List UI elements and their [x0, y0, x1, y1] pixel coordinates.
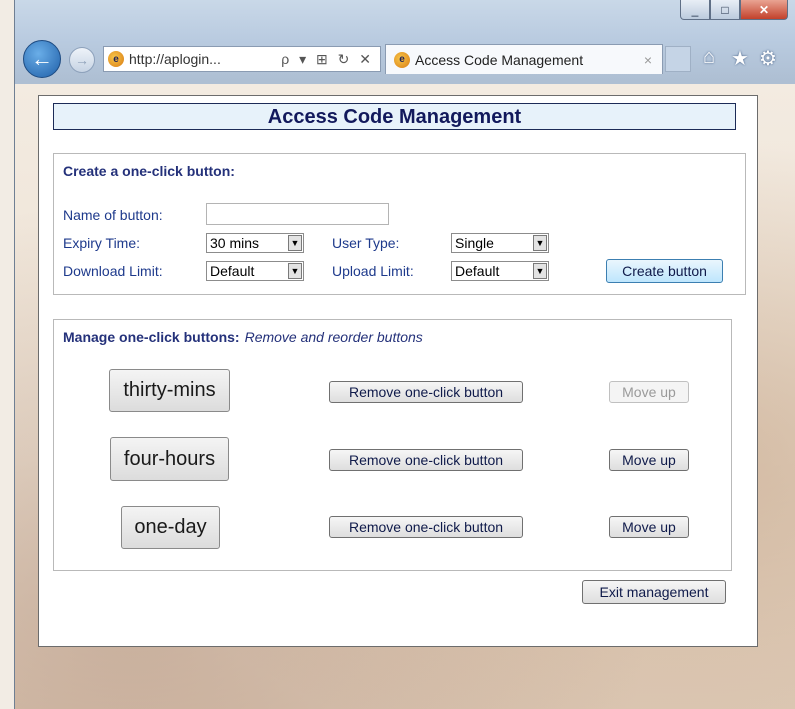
tab-close-icon[interactable]: ×: [644, 52, 662, 68]
chevron-down-icon: ▼: [533, 263, 547, 279]
upload-limit-label: Upload Limit:: [332, 263, 414, 279]
minimize-icon[interactable]: _: [680, 0, 710, 20]
user-type-select[interactable]: Single ▼: [451, 233, 549, 253]
new-tab-button[interactable]: [665, 46, 691, 72]
navigation-bar: ← → e http://aplogin... ρ ▾ ⊞ ↻ ✕ e Acce…: [15, 36, 795, 84]
create-section: Create a one-click button: Name of butto…: [53, 153, 746, 295]
home-icon[interactable]: ⌂: [703, 46, 715, 69]
chevron-down-icon: ▼: [533, 235, 547, 251]
create-section-heading: Create a one-click button:: [63, 163, 235, 179]
remove-button-one-day[interactable]: Remove one-click button: [329, 516, 523, 538]
remove-button-thirty-mins[interactable]: Remove one-click button: [329, 381, 523, 403]
tab-favicon-icon: e: [394, 51, 410, 68]
download-limit-select[interactable]: Default ▼: [206, 261, 304, 281]
chevron-down-icon: ▼: [288, 235, 302, 251]
download-limit-label: Download Limit:: [63, 263, 163, 279]
move-up-button-thirty-mins[interactable]: Move up: [609, 381, 689, 403]
one-click-button-one-day[interactable]: one-day: [121, 506, 220, 549]
one-click-button-thirty-mins[interactable]: thirty-mins: [109, 369, 230, 412]
download-limit-select-value: Default: [210, 263, 255, 279]
move-up-button-one-day[interactable]: Move up: [609, 516, 689, 538]
move-up-button-four-hours[interactable]: Move up: [609, 449, 689, 471]
upload-limit-select[interactable]: Default ▼: [451, 261, 549, 281]
title-bar: _ □ ✕: [15, 0, 795, 36]
manage-section: Manage one-click buttons: Remove and reor…: [53, 319, 732, 571]
page-title: Access Code Management: [53, 103, 736, 130]
upload-limit-select-value: Default: [455, 263, 500, 279]
address-bar[interactable]: e http://aplogin... ρ ▾ ⊞ ↻ ✕: [103, 46, 381, 72]
one-click-button-four-hours[interactable]: four-hours: [110, 437, 229, 481]
manage-subheading-text: Remove and reorder buttons: [244, 329, 423, 345]
name-label: Name of button:: [63, 207, 163, 223]
expiry-select[interactable]: 30 mins ▼: [206, 233, 304, 253]
user-type-select-value: Single: [455, 235, 494, 251]
manage-heading-text: Manage one-click buttons:: [63, 329, 240, 345]
tab-access-code-management[interactable]: e Access Code Management ×: [385, 44, 663, 74]
remove-button-four-hours[interactable]: Remove one-click button: [329, 449, 523, 471]
chevron-down-icon: ▼: [288, 263, 302, 279]
create-button[interactable]: Create button: [606, 259, 723, 283]
close-window-icon[interactable]: ✕: [740, 0, 788, 20]
window-controls: _ □ ✕: [680, 0, 788, 20]
site-favicon-icon: e: [108, 51, 124, 67]
address-tools-icons[interactable]: ρ ▾ ⊞ ↻ ✕: [281, 51, 380, 68]
maximize-icon[interactable]: □: [710, 0, 740, 20]
user-type-label: User Type:: [332, 235, 400, 251]
forward-button[interactable]: →: [69, 47, 95, 73]
manage-section-heading: Manage one-click buttons: Remove and reor…: [63, 329, 423, 345]
exit-management-button[interactable]: Exit management: [582, 580, 726, 604]
settings-gear-icon[interactable]: ⚙: [759, 46, 777, 71]
tab-title: Access Code Management: [415, 51, 584, 68]
management-panel: Access Code Management Create a one-clic…: [38, 95, 758, 647]
expiry-label: Expiry Time:: [63, 235, 141, 251]
favorites-icon[interactable]: ★: [731, 46, 749, 71]
button-name-input[interactable]: [206, 203, 389, 225]
back-button[interactable]: ←: [23, 40, 61, 78]
address-url[interactable]: http://aplogin...: [129, 51, 281, 67]
expiry-select-value: 30 mins: [210, 235, 260, 251]
